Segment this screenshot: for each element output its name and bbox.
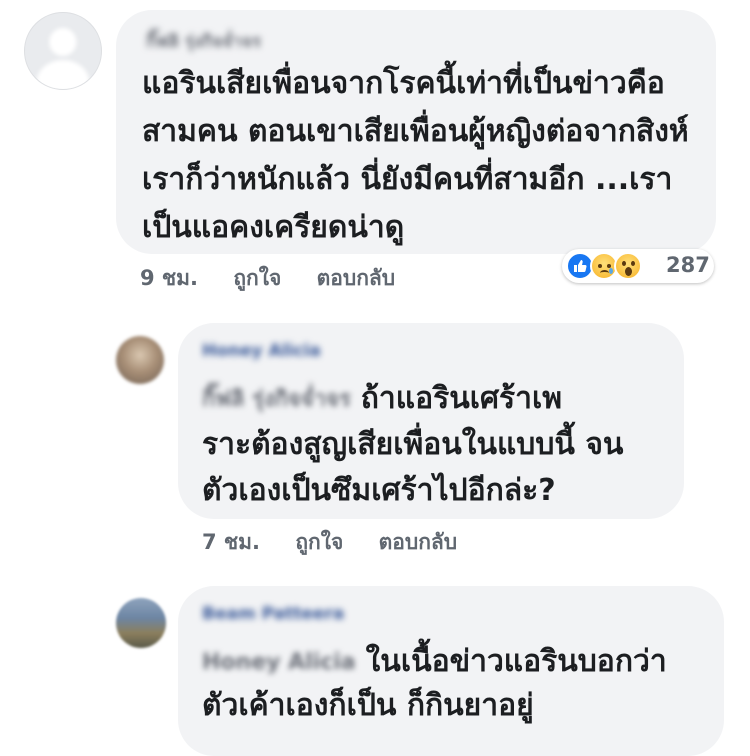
comment-3-mention[interactable]: Honey Alicia [202,639,356,687]
comment-1-avatar[interactable] [24,12,102,90]
comment-1-author[interactable]: กิ๊ฟลิ รุ่งกิจจ่ำจร [146,28,261,55]
comment-2-line-1: กิ๊ฟลิ รุ่งกิจจ่ำจร ถ้าแอรินเศร้าเพ [202,375,562,424]
comment-3-line-2: ตัวเค้าเองก็เป็น ก็กินยาอยู่ [202,688,534,723]
comment-3-line-1-text: ในเนื้อข่าวแอรินบอกว่า [365,644,667,679]
comment-2-avatar[interactable] [116,336,164,384]
comment-2-line-3: ตัวเองเป็นซึมเศร้าไปอีกล่ะ? [202,473,556,508]
comment-2-time[interactable]: 7 ชม. [202,530,260,554]
comment-2-line-1-text: ถ้าแอรินเศร้าเพ [360,381,563,416]
comment-1-actions: 9 ชม. ถูกใจ ตอบกลับ [140,262,423,295]
comment-1-line-4: เป็นแอคงเครียดน่าดู [142,210,405,245]
comment-3-line-1: Honey Alicia ในเนื้อข่าวแอรินบอกว่า [202,638,667,687]
reactions-summary[interactable]: 287 [562,249,714,283]
comment-2-bubble: Honey Alicia กิ๊ฟลิ รุ่งกิจจ่ำจร ถ้าแอริน… [178,323,684,519]
comment-2-line-2: ราะต้องสูญเสียเพื่อนในแบบนี้ จน [202,427,624,462]
comment-1-like-button[interactable]: ถูกใจ [233,266,281,290]
wow-icon [614,252,642,280]
comment-2-actions: 7 ชม. ถูกใจ ตอบกลับ [202,526,485,559]
comment-1-time[interactable]: 9 ชม. [140,266,198,290]
comment-1-reply-button[interactable]: ตอบกลับ [317,266,396,290]
comment-2-reply-button[interactable]: ตอบกลับ [379,530,458,554]
default-avatar-icon [49,28,77,56]
comment-2-like-button[interactable]: ถูกใจ [295,530,343,554]
comment-1-bubble: กิ๊ฟลิ รุ่งกิจจ่ำจร แอรินเสียเพื่อนจากโร… [116,10,716,254]
comment-2-author[interactable]: Honey Alicia [202,341,321,361]
comment-1-line-2: สามคน ตอนเขาเสียเพื่อนผู้หญิงต่อจากสิงห์ [142,114,689,149]
comment-1-line-3: เราก็ว่าหนักแล้ว นี่ยังมีคนที่สามอีก ...… [142,162,673,197]
comment-1-line-1: แอรินเสียเพื่อนจากโรคนี้เท่าที่เป็นข่าวค… [142,66,665,101]
comment-3-author[interactable]: Beam Patteera [202,604,344,624]
comment-3-bubble: Beam Patteera Honey Alicia ในเนื้อข่าวแอร… [178,586,724,756]
avatar-shoulders [36,60,90,89]
comment-2-mention[interactable]: กิ๊ฟลิ รุ่งกิจจ่ำจร [202,376,351,424]
comment-3-avatar[interactable] [116,598,166,648]
reaction-count: 287 [666,253,710,277]
